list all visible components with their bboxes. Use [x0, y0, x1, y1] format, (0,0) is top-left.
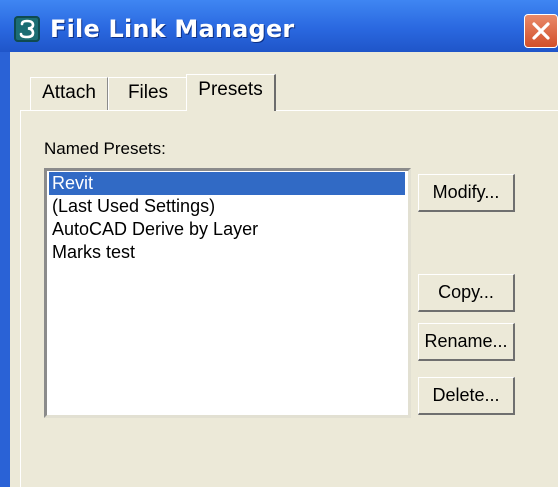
window-title: File Link Manager — [50, 15, 295, 43]
modify-button[interactable]: Modify... — [418, 174, 515, 212]
3dsmax-logo-icon[interactable] — [14, 16, 40, 42]
tab-files[interactable]: Files — [108, 77, 188, 110]
close-icon — [532, 22, 550, 40]
file-link-manager-window: File Link Manager Attach Files Presets N… — [0, 0, 558, 487]
rename-button[interactable]: Rename... — [418, 323, 515, 361]
dialog-client-area: Attach Files Presets Named Presets: Revi… — [10, 52, 558, 487]
delete-button[interactable]: Delete... — [418, 377, 515, 415]
preset-item-marks-test[interactable]: Marks test — [49, 241, 405, 264]
named-presets-label: Named Presets: — [44, 139, 166, 158]
presets-listbox[interactable]: Revit (Last Used Settings) AutoCAD Deriv… — [44, 168, 411, 418]
preset-item-revit[interactable]: Revit — [49, 172, 405, 195]
copy-button[interactable]: Copy... — [418, 274, 515, 312]
tab-attach[interactable]: Attach — [30, 77, 108, 110]
preset-item-last-used-settings[interactable]: (Last Used Settings) — [49, 195, 405, 218]
tab-presets[interactable]: Presets — [186, 74, 276, 111]
close-button[interactable] — [524, 14, 558, 48]
preset-item-autocad-derive-by-layer[interactable]: AutoCAD Derive by Layer — [49, 218, 405, 241]
title-bar[interactable]: File Link Manager — [0, 0, 558, 52]
